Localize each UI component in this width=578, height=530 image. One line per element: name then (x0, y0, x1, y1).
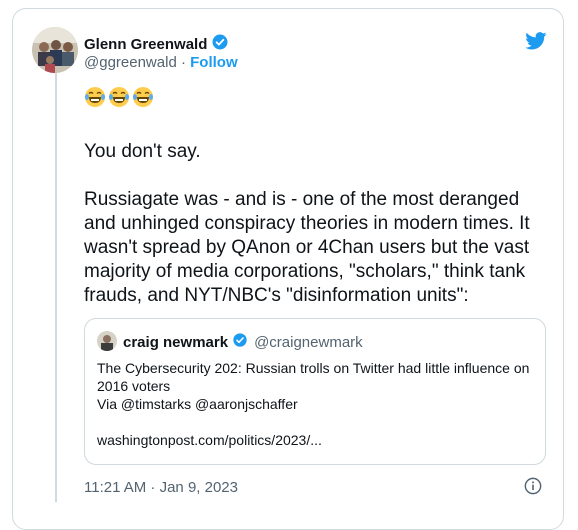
twitter-bird-icon[interactable] (525, 32, 547, 50)
verified-badge-icon (211, 33, 229, 56)
verified-badge-icon (232, 332, 248, 352)
author-name[interactable]: Glenn Greenwald (84, 36, 207, 53)
quoted-author-row: craig newmark @craignewmark (123, 332, 363, 352)
tweet-paragraph: You don't say. (84, 141, 201, 162)
emoji-row (84, 86, 154, 108)
quoted-author-name[interactable]: craig newmark (123, 334, 228, 351)
tweet-text: You don't say. Russiagate was - and is -… (84, 140, 554, 308)
quoted-author-handle[interactable]: @craignewmark (254, 334, 363, 351)
follow-button[interactable]: Follow (190, 54, 238, 71)
laughing-emoji (109, 87, 129, 107)
quoted-text: The Cybersecurity 202: Russian trolls on… (97, 360, 530, 412)
author-handle-row: @ggreenwald · Follow (84, 54, 238, 71)
laughing-emoji (85, 87, 105, 107)
author-avatar[interactable] (32, 27, 78, 73)
thread-line (55, 72, 57, 502)
author-name-row: Glenn Greenwald (84, 33, 229, 56)
quoted-tweet[interactable]: craig newmark @craignewmark The Cybersec… (84, 318, 546, 465)
quoted-link[interactable]: washingtonpost.com/politics/2023/... (97, 431, 537, 449)
info-icon[interactable] (524, 477, 542, 495)
quoted-author-avatar[interactable] (97, 331, 117, 351)
separator: · (180, 54, 186, 71)
laughing-emoji (133, 87, 153, 107)
author-handle[interactable]: @ggreenwald (84, 54, 177, 71)
tweet-paragraph: Russiagate was - and is - one of the mos… (84, 189, 530, 306)
quoted-body: The Cybersecurity 202: Russian trolls on… (97, 359, 537, 449)
tweet-timestamp[interactable]: 11:21 AM · Jan 9, 2023 (84, 479, 238, 496)
